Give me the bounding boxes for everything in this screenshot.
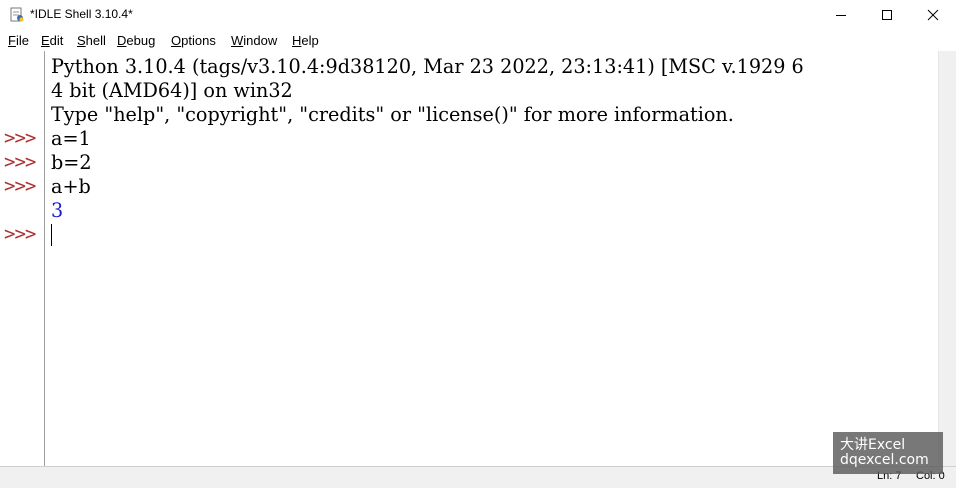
menu-edit[interactable]: Edit xyxy=(41,33,63,48)
input-line: a+b xyxy=(51,175,91,198)
banner-line: Python 3.10.4 (tags/v3.10.4:9d38120, Mar… xyxy=(51,55,804,78)
title-bar[interactable]: *IDLE Shell 3.10.4* xyxy=(0,0,956,30)
menu-help[interactable]: Help xyxy=(292,33,319,48)
menu-debug[interactable]: Debug xyxy=(117,33,155,48)
maximize-button[interactable] xyxy=(864,0,910,30)
menu-help-mnemonic: H xyxy=(292,33,302,48)
menu-shell-label: hell xyxy=(85,33,106,48)
maximize-icon xyxy=(882,10,892,20)
text-cursor xyxy=(51,224,52,246)
watermark-title: 大讲Excel xyxy=(840,437,906,453)
menu-debug-label: ebug xyxy=(126,33,156,48)
banner-line: Type "help", "copyright", "credits" or "… xyxy=(51,103,734,126)
prompt-gutter: >>> >>> >>> >>> xyxy=(0,51,45,466)
prompt-symbol: >>> xyxy=(4,127,36,149)
menu-edit-mnemonic: E xyxy=(41,33,50,48)
watermark-url: dqexcel.com xyxy=(840,452,929,468)
menu-options[interactable]: Options xyxy=(171,33,216,48)
prompt-symbol: >>> xyxy=(4,223,36,245)
menu-window-label: indow xyxy=(243,33,278,48)
menu-options-label: ptions xyxy=(181,33,216,48)
menu-window-mnemonic: W xyxy=(231,33,244,48)
menu-shell[interactable]: Shell xyxy=(77,33,106,48)
vertical-scrollbar[interactable] xyxy=(938,51,956,466)
minimize-button[interactable] xyxy=(818,0,864,30)
banner-line: 4 bit (AMD64)] on win32 xyxy=(51,79,293,102)
menu-bar: File Edit Shell Debug Options Window Hel… xyxy=(0,30,956,51)
close-icon xyxy=(927,9,939,21)
close-button[interactable] xyxy=(910,0,956,30)
watermark: 大讲Excel dqexcel.com xyxy=(833,432,943,474)
menu-debug-mnemonic: D xyxy=(117,33,127,48)
input-line: a=1 xyxy=(51,127,91,150)
shell-text[interactable]: Python 3.10.4 (tags/v3.10.4:9d38120, Mar… xyxy=(51,53,933,463)
input-line: b=2 xyxy=(51,151,92,174)
menu-window[interactable]: Window xyxy=(231,33,277,48)
output-line: 3 xyxy=(51,199,64,222)
prompt-symbol: >>> xyxy=(4,175,36,197)
menu-shell-mnemonic: S xyxy=(77,33,86,48)
minimize-icon xyxy=(836,15,846,16)
prompt-symbol: >>> xyxy=(4,151,36,173)
menu-options-mnemonic: O xyxy=(171,33,182,48)
status-bar: Ln: 7 Col: 0 xyxy=(0,467,956,488)
shell-editor[interactable]: >>> >>> >>> >>> Python 3.10.4 (tags/v3.1… xyxy=(0,51,956,466)
menu-help-label: elp xyxy=(301,33,319,48)
menu-file-mnemonic: F xyxy=(8,33,16,48)
menu-edit-label: dit xyxy=(49,33,64,48)
window-title: *IDLE Shell 3.10.4* xyxy=(30,7,133,21)
menu-file[interactable]: File xyxy=(8,33,29,48)
idle-app-icon xyxy=(10,7,24,22)
menu-file-label: ile xyxy=(15,33,29,48)
